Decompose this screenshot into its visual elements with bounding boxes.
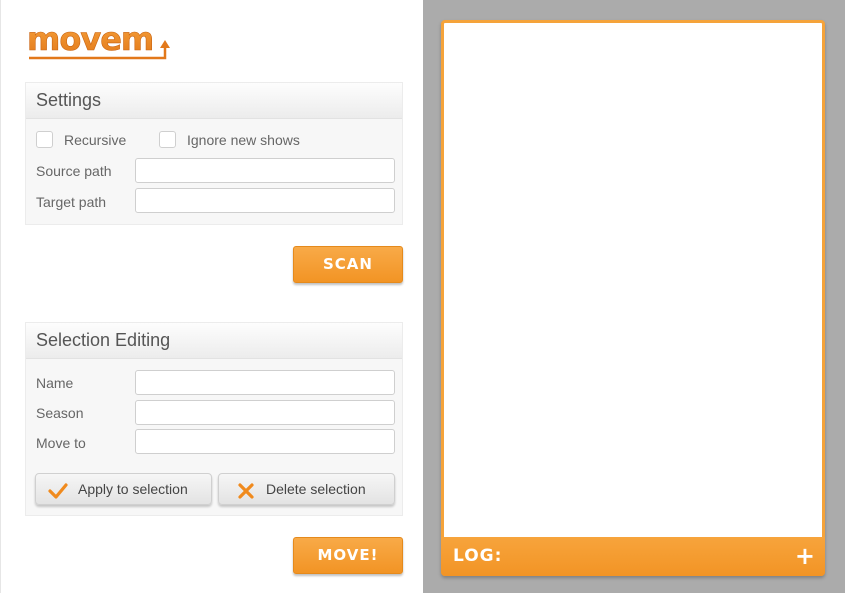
- logo-graphic: movem: [27, 22, 170, 60]
- season-label: Season: [36, 405, 84, 421]
- apply-to-selection-button[interactable]: Apply to selection: [35, 473, 212, 505]
- x-icon: [237, 480, 255, 510]
- delete-selection-label: Delete selection: [266, 481, 366, 497]
- target-path-label: Target path: [36, 194, 107, 210]
- scan-button[interactable]: SCAN: [293, 246, 403, 283]
- settings-title: Settings: [26, 83, 402, 119]
- name-label: Name: [36, 375, 74, 391]
- source-path-label: Source path: [36, 163, 112, 179]
- settings-panel: Settings Recursive Ignore new shows Sour…: [25, 82, 403, 225]
- app-logo: movem: [27, 22, 177, 64]
- selection-editing-panel: Selection Editing Name Season Move to Ap…: [25, 322, 403, 516]
- log-content[interactable]: [444, 23, 822, 537]
- move-to-input[interactable]: [135, 429, 395, 454]
- season-input[interactable]: [135, 400, 395, 425]
- selection-editing-title: Selection Editing: [26, 323, 402, 359]
- move-to-label: Move to: [36, 435, 86, 451]
- name-input[interactable]: [135, 370, 395, 395]
- target-path-input[interactable]: [135, 188, 395, 213]
- log-area: LOG: +: [423, 0, 845, 593]
- logo-text: movem: [27, 22, 153, 58]
- log-panel: LOG: +: [441, 20, 825, 576]
- log-footer: LOG: +: [441, 537, 825, 576]
- source-path-input[interactable]: [135, 158, 395, 183]
- apply-to-selection-label: Apply to selection: [78, 481, 188, 497]
- left-panel: movem Settings Recursive Ignore new show…: [0, 0, 423, 593]
- recursive-checkbox[interactable]: [36, 131, 53, 148]
- move-button[interactable]: MOVE!: [293, 537, 403, 574]
- recursive-label: Recursive: [64, 132, 127, 148]
- ignore-new-shows-label: Ignore new shows: [187, 132, 300, 148]
- delete-selection-button[interactable]: Delete selection: [218, 473, 395, 505]
- ignore-new-shows-checkbox[interactable]: [159, 131, 176, 148]
- plus-icon[interactable]: +: [795, 537, 815, 576]
- check-icon: [48, 480, 68, 510]
- log-label: LOG:: [453, 546, 503, 566]
